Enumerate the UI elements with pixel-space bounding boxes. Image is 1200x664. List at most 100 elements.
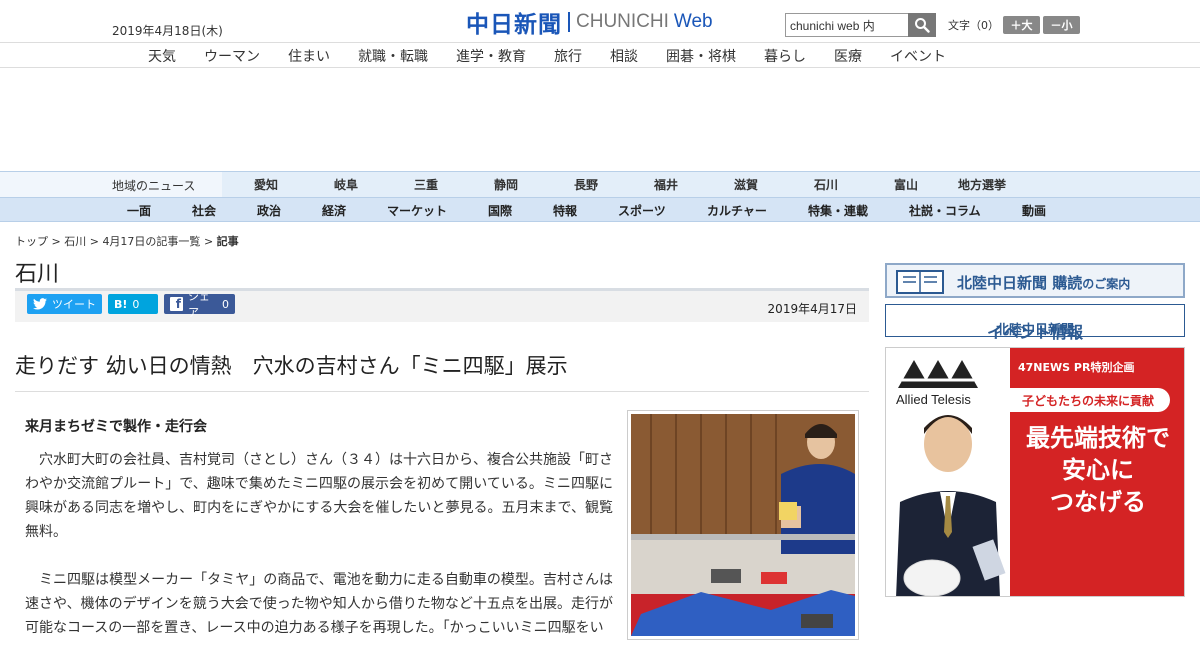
logo-web: Web (673, 11, 713, 32)
search-button[interactable] (908, 13, 936, 37)
article-paragraph: ミニ四駆は模型メーカー「タミヤ」の商品で、電池を動力に走る自動車の模型。吉村さん… (25, 572, 613, 636)
nav-item-education[interactable]: 進学・教育 (456, 46, 526, 66)
section-nav: 一面 社会 政治 経済 マーケット 国際 特報 スポーツ カルチャー 特集・連載… (0, 197, 1200, 222)
tweet-label: ツイート (52, 298, 96, 311)
ad-pill-text: 子どもたちの未来に貢献 (1022, 394, 1155, 408)
logo-separator (568, 12, 570, 32)
publish-date: 2019年4月17日 (767, 302, 857, 316)
facebook-share-button[interactable]: f シェア 0 (164, 290, 235, 319)
article-headline: 走りだす 幼い日の情熱 穴水の吉村さん「ミニ四駆」展示 (15, 354, 568, 378)
region-nav-label: 地域のニュース (0, 172, 222, 197)
section-title: 石川 (15, 262, 60, 287)
breadcrumb-list[interactable]: 4月17日の記事一覧 (102, 235, 200, 248)
nav-item-travel[interactable]: 旅行 (554, 46, 582, 66)
nav-item-medical[interactable]: 医療 (834, 46, 862, 66)
article-paragraph: 穴水町大町の会社員、吉村覚司（さとし）さん（３４）は十六日から、複合公共施設「町… (25, 452, 613, 540)
section-front[interactable]: 一面 (127, 202, 151, 219)
font-smaller-button[interactable]: －小 (1043, 16, 1080, 34)
article-photo-image (631, 414, 855, 636)
site-logo[interactable]: 中日新聞 CHUNICHI Web (466, 8, 713, 38)
nav-item-jobs[interactable]: 就職・転職 (358, 46, 428, 66)
logo-en: CHUNICHI (576, 11, 669, 32)
breadcrumb-top[interactable]: トップ (15, 235, 48, 248)
facebook-share-count: 0 (222, 297, 229, 311)
section-video[interactable]: 動画 (1022, 202, 1046, 219)
region-local-election[interactable]: 地方選挙 (958, 176, 1006, 193)
breadcrumb-sep: > (51, 235, 61, 248)
facebook-icon: f (170, 297, 183, 311)
section-features[interactable]: 特集・連載 (808, 202, 868, 219)
breadcrumb-sep: > (203, 235, 214, 248)
section-culture[interactable]: カルチャー (707, 202, 767, 219)
headline-divider (15, 391, 869, 392)
event-info-label: イベント情報 (986, 323, 1083, 342)
region-shizuoka[interactable]: 静岡 (494, 176, 518, 193)
article-body: 穴水町大町の会社員、吉村覚司（さとし）さん（３４）は十六日から、複合公共施設「町… (25, 448, 613, 664)
logo-jp: 中日新聞 (466, 11, 562, 38)
photo-illustration (631, 414, 855, 636)
ad-headline-line: つなげる (1050, 488, 1146, 516)
nav-item-events[interactable]: イベント (890, 46, 946, 66)
nav-item-housing[interactable]: 住まい (288, 46, 330, 66)
breadcrumb-current: 記事 (216, 235, 239, 248)
section-market[interactable]: マーケット (387, 202, 447, 219)
search-input[interactable] (785, 13, 908, 37)
section-economy[interactable]: 経済 (322, 202, 346, 219)
ad-headline-line: 最先端技術で (1026, 424, 1170, 452)
region-nav: 地域のニュース 愛知 岐阜 三重 静岡 長野 福井 滋賀 石川 富山 地方選挙 (0, 171, 1200, 198)
article-photo[interactable] (627, 410, 859, 640)
twitter-bird-icon (33, 298, 47, 310)
subscription-banner-text: 北陸中日新聞 購読のご案内 (957, 272, 1130, 293)
region-nagano[interactable]: 長野 (574, 176, 598, 193)
region-nav-label-text: 地域のニュース (112, 179, 196, 193)
nav-item-consult[interactable]: 相談 (610, 46, 638, 66)
section-politics[interactable]: 政治 (257, 202, 281, 219)
hatena-bookmark-button[interactable]: B! 0 (108, 294, 158, 314)
facebook-share-label: シェア (187, 290, 210, 319)
top-nav: 天気 ウーマン 住まい 就職・転職 進学・教育 旅行 相談 囲碁・将棋 暮らし … (0, 42, 1200, 68)
hatena-icon: B! (114, 297, 128, 311)
section-society[interactable]: 社会 (192, 202, 216, 219)
subscription-small-text: のご案内 (1082, 277, 1131, 291)
article-subhead: 来月まちゼミで製作・走行会 (25, 419, 207, 435)
region-toyama[interactable]: 富山 (894, 176, 918, 193)
font-size-label: 文字（0） (948, 19, 999, 32)
current-date: 2019年4月18日(木) (112, 24, 223, 38)
breadcrumb: トップ > 石川 > 4月17日の記事一覧 > 記事 (15, 233, 239, 249)
subscription-main-text: 北陸中日新聞 購読 (957, 274, 1083, 292)
allied-telesis-logo-icon (898, 360, 978, 388)
ad-pr-label: 47NEWS PR特別企画 (1018, 361, 1135, 374)
section-editorial[interactable]: 社説・コラム (909, 202, 981, 219)
section-international[interactable]: 国際 (488, 202, 512, 219)
nav-item-igo-shogi[interactable]: 囲碁・将棋 (666, 46, 736, 66)
newspaper-reader-icon (896, 270, 944, 294)
tweet-button[interactable]: ツイート (27, 294, 102, 314)
region-shiga[interactable]: 滋賀 (734, 176, 758, 193)
nav-item-weather[interactable]: 天気 (148, 46, 176, 66)
ad-headline-line: 安心に (1062, 456, 1134, 484)
search-icon (915, 18, 930, 33)
region-aichi[interactable]: 愛知 (254, 176, 278, 193)
top-ad-space (0, 68, 1200, 171)
ad-headline: 最先端技術で 安心に つなげる (1010, 422, 1184, 518)
nav-item-woman[interactable]: ウーマン (204, 46, 260, 66)
hatena-count: 0 (132, 297, 140, 311)
event-info-banner[interactable]: 北陸中日新聞 イベント情報 (885, 304, 1185, 342)
region-gifu[interactable]: 岐阜 (334, 176, 358, 193)
site-header: 2019年4月18日(木) 中日新聞 CHUNICHI Web 文字（0） ＋大… (0, 0, 1200, 42)
sidebar-ad[interactable]: Allied Telesis 47NEWS PR特別企画 子どもたちの未来に貢献… (885, 347, 1185, 597)
region-fukui[interactable]: 福井 (654, 176, 678, 193)
breadcrumb-region[interactable]: 石川 (64, 235, 86, 248)
nav-item-living[interactable]: 暮らし (764, 46, 806, 66)
share-bar: ツイート B! 0 f シェア 0 2019年4月17日 (15, 290, 869, 322)
font-larger-button[interactable]: ＋大 (1003, 16, 1040, 34)
ad-pill: 子どもたちの未来に貢献 (1010, 388, 1170, 412)
section-special-report[interactable]: 特報 (553, 202, 577, 219)
region-ishikawa[interactable]: 石川 (814, 176, 838, 193)
region-nav-arrow (208, 172, 222, 198)
section-sports[interactable]: スポーツ (618, 202, 666, 219)
ad-person-photo (896, 415, 1006, 596)
region-mie[interactable]: 三重 (414, 176, 438, 193)
breadcrumb-sep: > (89, 235, 99, 248)
subscription-banner[interactable]: 北陸中日新聞 購読のご案内 (885, 263, 1185, 298)
